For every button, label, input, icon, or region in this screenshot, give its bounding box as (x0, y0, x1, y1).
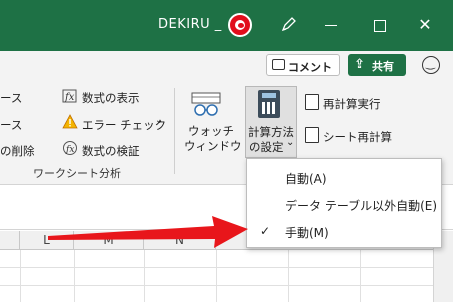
column-line (360, 250, 361, 302)
share-button[interactable]: ⇪ 共有 (348, 54, 406, 76)
calculation-options-menu: 自動(A) データ テーブル以外自動(E) ✓ 手動(M) (246, 158, 442, 248)
error-check-icon (62, 114, 78, 134)
minimize-icon[interactable] (320, 14, 342, 36)
menu-item-automatic-except-tables-label: データ テーブル以外自動(E) (285, 199, 438, 213)
ribbon-partial-item-3[interactable]: の削除 (0, 143, 35, 159)
pen-icon[interactable] (278, 14, 300, 36)
column-header-n[interactable]: N (144, 231, 216, 250)
ribbon-separator (174, 88, 175, 174)
column-line (216, 250, 217, 302)
menu-item-automatic-label: 自動(A) (285, 172, 327, 186)
evaluate-formula-icon: fx (62, 140, 78, 160)
comment-icon (272, 59, 285, 70)
ribbon-partial-item-1[interactable]: ース (0, 90, 22, 106)
svg-text:fx: fx (64, 92, 75, 103)
column-line (144, 250, 145, 302)
calculate-now-button[interactable]: 再計算実行 (323, 96, 381, 112)
title-bar: DEKIRU _ ✕ (0, 0, 453, 51)
comment-button[interactable]: コメント (266, 54, 340, 76)
calculate-now-icon (305, 94, 319, 110)
watch-window-label-2[interactable]: ウィンドウ (184, 138, 242, 154)
evaluate-formula-button[interactable]: 数式の検証 (82, 143, 140, 159)
column-line (20, 250, 21, 302)
show-formulas-button[interactable]: 数式の表示 (82, 90, 140, 106)
calc-options-label-2: の設定 (249, 140, 284, 154)
menu-item-automatic[interactable]: 自動(A) (247, 165, 441, 191)
window-title: DEKIRU _ (158, 17, 222, 32)
calculator-keys (262, 102, 276, 114)
user-avatar[interactable] (228, 13, 252, 37)
menu-item-manual[interactable]: ✓ 手動(M) (247, 219, 441, 245)
calc-options-chevron-icon: ⌄ (286, 137, 295, 148)
share-icon: ⇪ (354, 57, 365, 72)
svg-text:fx: fx (65, 145, 74, 155)
column-header-partial[interactable] (0, 231, 20, 250)
comment-label: コメント (288, 61, 332, 74)
checkmark-icon: ✓ (260, 224, 271, 238)
worksheet-grid[interactable] (0, 250, 433, 302)
menu-item-automatic-except-tables[interactable]: データ テーブル以外自動(E) (247, 192, 441, 218)
close-icon[interactable]: ✕ (414, 14, 436, 36)
show-formulas-icon: fx (62, 88, 78, 108)
watch-window-icon (191, 92, 221, 118)
ribbon-partial-item-2[interactable]: ース (0, 117, 22, 133)
column-line (74, 250, 75, 302)
calculate-sheet-button[interactable]: シート再計算 (323, 129, 392, 145)
feedback-smiley-icon[interactable] (422, 56, 440, 74)
error-check-chevron-icon[interactable]: ⌄ (155, 115, 163, 126)
error-check-button[interactable]: エラー チェック (82, 117, 166, 133)
watch-window-label-1[interactable]: ウォッチ (188, 123, 234, 139)
column-header-m[interactable]: M (74, 231, 144, 250)
column-header-l[interactable]: L (20, 231, 74, 250)
share-label: 共有 (372, 60, 394, 73)
group-label-formula-auditing: ワークシート分析 (33, 167, 121, 180)
maximize-icon[interactable] (368, 14, 390, 36)
menu-item-manual-label: 手動(M) (285, 226, 329, 240)
calculate-sheet-icon (305, 127, 319, 143)
column-line (288, 250, 289, 302)
